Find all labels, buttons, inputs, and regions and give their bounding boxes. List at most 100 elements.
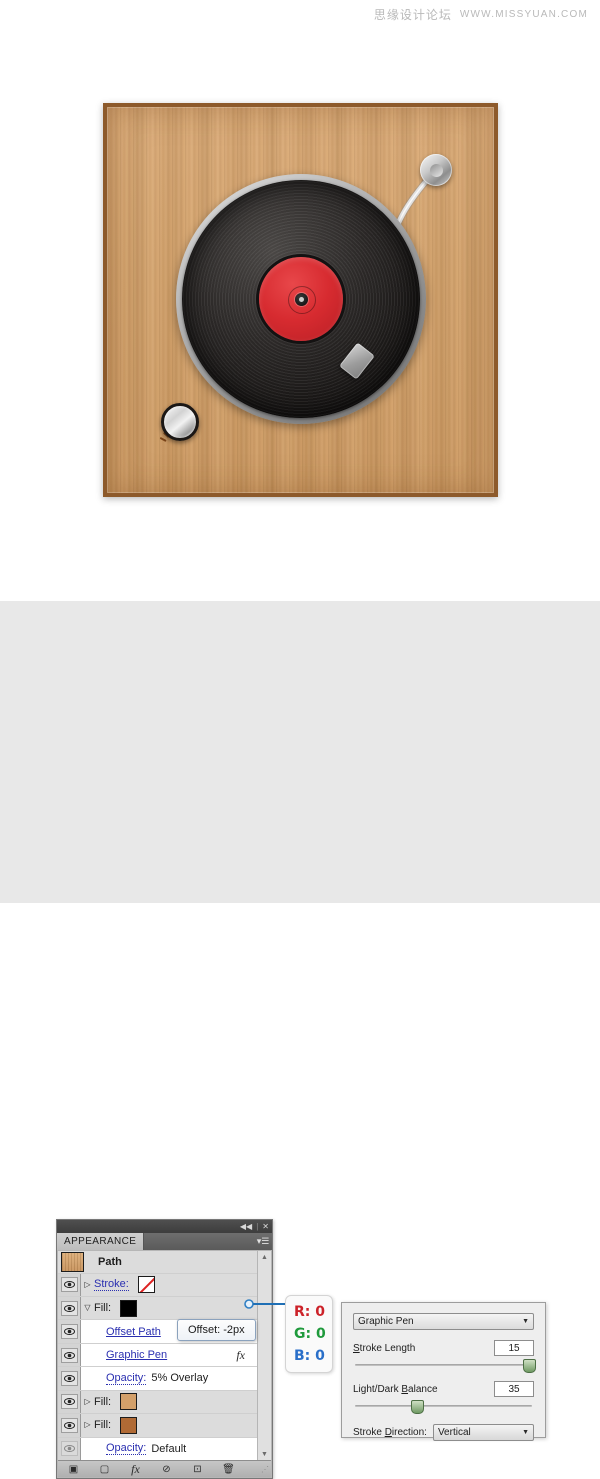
rgb-red-value: R: 0 <box>294 1304 325 1320</box>
panel-menu-icon[interactable]: ▾☰ <box>254 1233 272 1250</box>
stroke-direction-select[interactable]: Vertical ▼ <box>432 1424 534 1441</box>
opacity-label[interactable]: Opacity: <box>106 1372 147 1385</box>
tab-appearance[interactable]: APPEARANCE <box>57 1233 145 1250</box>
collapse-triangle-icon[interactable]: ▽ <box>81 1304 94 1312</box>
resize-grip-icon[interactable]: ⋰ <box>261 1465 269 1474</box>
visibility-cell[interactable] <box>58 1343 81 1367</box>
fill-swatch-brown[interactable] <box>120 1416 138 1434</box>
effect-name-select[interactable]: Graphic Pen ▼ <box>353 1313 534 1330</box>
tonearm-pivot <box>420 154 452 186</box>
appearance-row-graphic-pen[interactable]: Graphic Pen fx <box>58 1343 257 1368</box>
offset-path-label[interactable]: Offset Path <box>106 1326 161 1338</box>
stroke-length-input[interactable]: 15 <box>494 1340 534 1356</box>
slider-track[interactable] <box>355 1364 532 1366</box>
visibility-cell[interactable] <box>58 1296 81 1320</box>
page-title: Path <box>98 1255 122 1268</box>
panel-tabbar: APPEARANCE ▾☰ <box>57 1233 272 1250</box>
wooden-board <box>103 103 498 497</box>
light-dark-balance-label: Light/Dark Balance <box>353 1383 438 1395</box>
panel-titlebar: ◀◀ | ✕ <box>57 1220 272 1233</box>
watermark: 思缘设计论坛 WWW.MISSYUAN.COM <box>374 6 588 23</box>
duplicate-selected-item-button[interactable]: ⊡ <box>182 1464 213 1475</box>
path-thumbnail-icon <box>61 1251 84 1272</box>
stroke-length-field-row: Stroke Length 15 <box>353 1340 534 1356</box>
fill-label: Fill: <box>94 1395 112 1408</box>
rgb-value-callout: R: 0 G: 0 B: 0 <box>285 1295 333 1373</box>
chevron-down-icon[interactable]: ▼ <box>522 1318 529 1325</box>
expand-triangle-icon[interactable]: ▷ <box>81 1421 94 1429</box>
visibility-cell[interactable] <box>58 1273 81 1296</box>
fill-label: Fill: <box>94 1419 112 1432</box>
eye-icon[interactable] <box>60 1324 78 1340</box>
scroll-up-arrow-icon[interactable]: ▲ <box>261 1251 268 1264</box>
artwork-preview-area: 思缘设计论坛 WWW.MISSYUAN.COM <box>0 0 600 601</box>
appearance-row-opacity-overlay[interactable]: Opacity: 5% Overlay <box>58 1367 257 1391</box>
visibility-cell[interactable] <box>58 1390 81 1414</box>
light-dark-balance-slider[interactable] <box>353 1400 534 1414</box>
stroke-swatch-none[interactable] <box>137 1276 155 1294</box>
graphic-pen-label[interactable]: Graphic Pen <box>106 1349 167 1361</box>
stroke-direction-value: Vertical <box>437 1427 471 1438</box>
rgb-green-value: G: 0 <box>294 1326 326 1342</box>
appearance-rows: Path ▷ Stroke: ▽ Fill: Offset Path Graph… <box>58 1251 257 1461</box>
visibility-cell[interactable] <box>58 1320 81 1343</box>
scrollbar-track[interactable] <box>258 1264 271 1448</box>
eye-icon[interactable] <box>60 1417 78 1433</box>
slider-handle[interactable] <box>410 1400 424 1414</box>
watermark-url-text: WWW.MISSYUAN.COM <box>459 9 588 20</box>
fx-icon[interactable]: fx <box>236 1348 245 1363</box>
effect-name-value: Graphic Pen <box>358 1316 414 1327</box>
rgb-blue-value: B: 0 <box>294 1348 325 1364</box>
watermark-cn-text: 思缘设计论坛 <box>373 8 452 22</box>
slider-handle[interactable] <box>523 1359 537 1373</box>
chevron-down-icon[interactable]: ▼ <box>522 1429 529 1436</box>
visibility-cell[interactable] <box>58 1414 81 1437</box>
offset-tooltip: Offset: -2px <box>177 1319 256 1341</box>
appearance-row-fill-brown[interactable]: ▷ Fill: <box>58 1414 257 1438</box>
close-icon[interactable]: ✕ <box>262 1222 269 1231</box>
fill-label: Fill: <box>94 1302 112 1315</box>
eye-icon[interactable] <box>60 1347 78 1363</box>
appearance-row-fill-top[interactable]: ▽ Fill: <box>58 1296 257 1321</box>
fill-swatch-black[interactable] <box>120 1299 138 1317</box>
visibility-cell[interactable] <box>58 1367 81 1390</box>
eye-icon[interactable] <box>60 1441 78 1457</box>
clear-appearance-button[interactable]: ⊘ <box>151 1464 182 1475</box>
add-new-fill-button[interactable]: ▢ <box>89 1464 120 1475</box>
expand-triangle-icon[interactable]: ▷ <box>81 1397 94 1406</box>
fill-swatch-tan[interactable] <box>120 1393 138 1411</box>
appearance-object-row[interactable]: Path <box>58 1251 257 1274</box>
vinyl-record <box>182 180 420 418</box>
eye-icon[interactable] <box>60 1300 78 1316</box>
panel-body: Path ▷ Stroke: ▽ Fill: Offset Path Graph… <box>58 1251 271 1461</box>
panel-scrollbar[interactable]: ▲ ▼ <box>257 1251 271 1461</box>
eye-icon[interactable] <box>60 1370 78 1386</box>
appearance-row-opacity-default[interactable]: Opacity: Default <box>58 1437 257 1461</box>
tabbar-empty-space <box>144 1233 254 1250</box>
titlebar-separator: | <box>256 1222 259 1231</box>
appearance-row-stroke[interactable]: ▷ Stroke: <box>58 1273 257 1297</box>
light-dark-balance-field-row: Light/Dark Balance 35 <box>353 1381 534 1397</box>
opacity-value: Default <box>151 1442 187 1455</box>
volume-knob <box>161 403 199 441</box>
expand-triangle-icon[interactable]: ▷ <box>81 1280 94 1289</box>
stroke-length-label: Stroke Length <box>353 1342 416 1354</box>
visibility-cell[interactable] <box>58 1437 81 1460</box>
panel-footer-toolbar: ▣ ▢ fx ⊘ ⊡ 🗑 ⋰ <box>58 1460 271 1477</box>
slider-track[interactable] <box>355 1405 532 1407</box>
stroke-label[interactable]: Stroke: <box>94 1278 129 1292</box>
record-label <box>259 257 343 341</box>
delete-selected-item-button[interactable]: 🗑 <box>213 1464 244 1475</box>
add-new-effect-button[interactable]: fx <box>120 1462 151 1477</box>
collapse-icon[interactable]: ◀◀ <box>240 1222 252 1231</box>
eye-icon[interactable] <box>60 1394 78 1410</box>
stroke-direction-row: Stroke Direction: Vertical ▼ <box>353 1424 534 1441</box>
stroke-length-slider[interactable] <box>353 1359 537 1373</box>
opacity-value: 5% Overlay <box>151 1372 209 1385</box>
illustrator-ui-area: ◀◀ | ✕ APPEARANCE ▾☰ Path ▷ Stroke: ▽ Fi… <box>0 601 600 1479</box>
eye-icon[interactable] <box>60 1277 78 1293</box>
appearance-row-fill-tan[interactable]: ▷ Fill: <box>58 1390 257 1415</box>
add-new-stroke-button[interactable]: ▣ <box>58 1464 89 1475</box>
opacity-label[interactable]: Opacity: <box>106 1442 147 1456</box>
light-dark-balance-input[interactable]: 35 <box>494 1381 534 1397</box>
